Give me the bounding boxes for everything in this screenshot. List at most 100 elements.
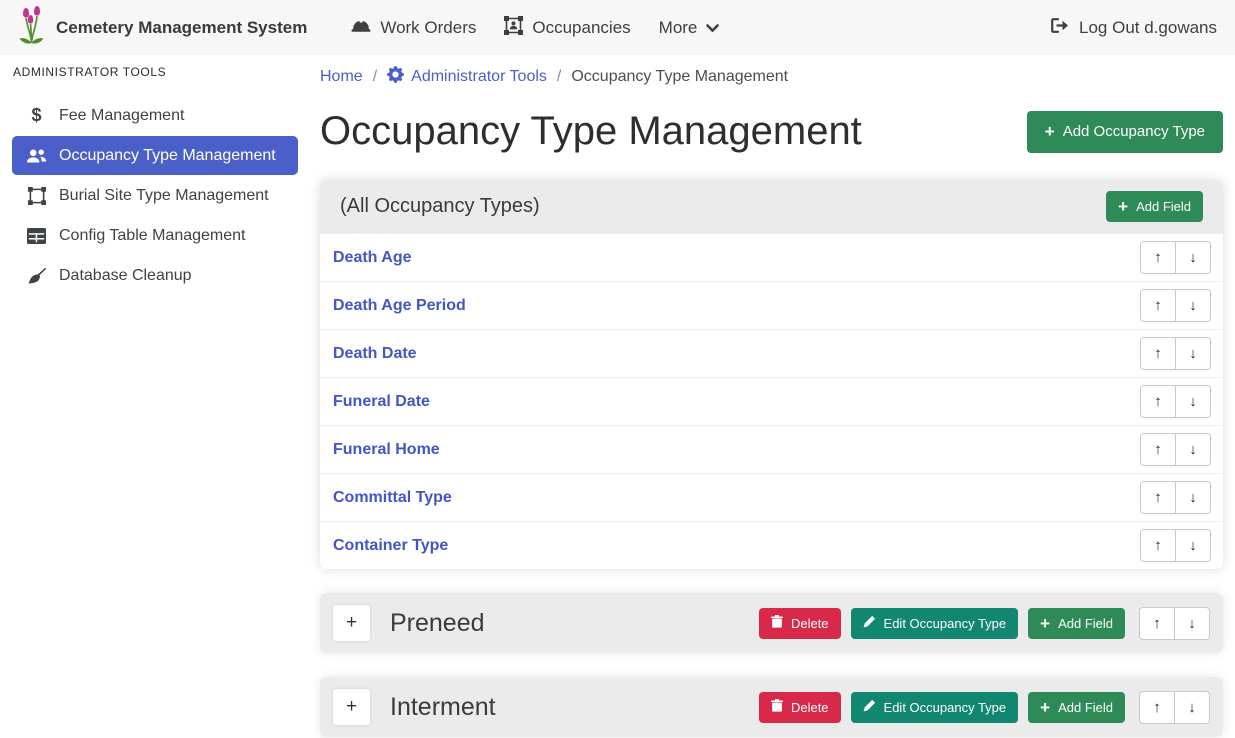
section-actions: Delete Edit Occupancy Type + Add Field ↑…: [759, 607, 1210, 640]
sidebar-item-label: Config Table Management: [59, 227, 246, 245]
nav-item-label: Occupancies: [532, 18, 630, 38]
all-occupancy-types-card: (All Occupancy Types) + Add Field Death …: [320, 180, 1223, 569]
breadcrumb-current: Occupancy Type Management: [571, 68, 788, 86]
sidebar-item-database-cleanup[interactable]: Database Cleanup: [12, 256, 298, 295]
breadcrumb-admin-tools-link[interactable]: Administrator Tools: [387, 66, 547, 88]
tulips-logo-icon: [18, 5, 45, 50]
move-up-button[interactable]: ↑: [1140, 289, 1176, 322]
move-down-button[interactable]: ↓: [1175, 433, 1211, 466]
table-icon: [25, 228, 48, 244]
chevron-down-icon: [706, 18, 719, 38]
edit-occupancy-type-button[interactable]: Edit Occupancy Type: [851, 608, 1019, 639]
section-preneed: + Preneed Delete Edit: [320, 593, 1223, 653]
move-up-button[interactable]: ↑: [1140, 337, 1176, 370]
expand-section-button[interactable]: +: [333, 605, 370, 641]
add-field-button[interactable]: + Add Field: [1028, 608, 1125, 639]
reorder-controls: ↑ ↓: [1140, 481, 1211, 514]
vector-square-icon: [25, 187, 48, 205]
reorder-controls: ↑ ↓: [1140, 337, 1211, 370]
field-link[interactable]: Funeral Home: [333, 441, 440, 459]
add-field-button-all-types[interactable]: + Add Field: [1106, 191, 1203, 222]
logout-label: Log Out d.gowans: [1079, 18, 1217, 38]
add-field-button[interactable]: + Add Field: [1028, 692, 1125, 723]
move-down-button[interactable]: ↓: [1175, 289, 1211, 322]
sidebar-item-occupancy-type-management[interactable]: Occupancy Type Management: [12, 136, 298, 175]
delete-button[interactable]: Delete: [759, 608, 841, 639]
trash-icon: [771, 615, 783, 631]
hard-hat-icon: [351, 17, 371, 39]
edit-occupancy-type-button[interactable]: Edit Occupancy Type: [851, 692, 1019, 723]
move-down-button[interactable]: ↓: [1174, 607, 1210, 640]
delete-button[interactable]: Delete: [759, 692, 841, 723]
reorder-controls: ↑ ↓: [1140, 433, 1211, 466]
field-link[interactable]: Committal Type: [333, 489, 452, 507]
page-title: Occupancy Type Management: [320, 104, 862, 159]
field-row-committal-type: Committal Type ↑ ↓: [320, 473, 1223, 521]
move-up-button[interactable]: ↑: [1140, 529, 1176, 562]
move-up-button[interactable]: ↑: [1139, 607, 1175, 640]
move-down-button[interactable]: ↓: [1174, 691, 1210, 724]
logout-button[interactable]: Log Out d.gowans: [1049, 17, 1217, 39]
expand-section-button[interactable]: +: [333, 689, 370, 725]
users-icon: [25, 148, 48, 164]
move-up-button[interactable]: ↑: [1140, 385, 1176, 418]
sidebar-item-label: Burial Site Type Management: [59, 187, 269, 205]
plus-icon: +: [1040, 699, 1050, 716]
field-row-death-age-period: Death Age Period ↑ ↓: [320, 281, 1223, 329]
card-title: (All Occupancy Types): [340, 195, 540, 218]
section-interment: + Interment Delete Edi: [320, 677, 1223, 737]
edit-label: Edit Occupancy Type: [884, 700, 1007, 715]
field-link[interactable]: Death Age Period: [333, 297, 466, 315]
title-row: Occupancy Type Management + Add Occupanc…: [320, 104, 1223, 159]
nav-item-work-orders[interactable]: Work Orders: [337, 17, 490, 39]
sidebar-item-config-table-management[interactable]: Config Table Management: [12, 216, 298, 255]
move-down-button[interactable]: ↓: [1175, 241, 1211, 274]
sidebar-item-fee-management[interactable]: $ Fee Management: [12, 96, 298, 135]
add-occupancy-type-button[interactable]: + Add Occupancy Type: [1027, 111, 1223, 153]
plus-icon: +: [1045, 123, 1055, 140]
delete-label: Delete: [791, 616, 829, 631]
sidebar: ADMINISTRATOR TOOLS $ Fee Management Occ…: [0, 55, 310, 738]
breadcrumb-separator: /: [557, 68, 561, 86]
field-row-funeral-home: Funeral Home ↑ ↓: [320, 425, 1223, 473]
field-link[interactable]: Death Date: [333, 345, 417, 363]
breadcrumb-separator: /: [373, 68, 377, 86]
edit-label: Edit Occupancy Type: [884, 616, 1007, 631]
pencil-icon: [863, 699, 876, 715]
pencil-icon: [863, 615, 876, 631]
top-navbar: Cemetery Management System Work Orders: [0, 0, 1235, 55]
sidebar-item-burial-site-type-management[interactable]: Burial Site Type Management: [12, 176, 298, 215]
section-title: Interment: [390, 693, 496, 722]
reorder-controls: ↑ ↓: [1140, 241, 1211, 274]
reorder-controls: ↑ ↓: [1139, 691, 1210, 724]
breadcrumb-home-link[interactable]: Home: [320, 68, 363, 86]
sidebar-heading: ADMINISTRATOR TOOLS: [0, 55, 310, 95]
app-title: Cemetery Management System: [56, 18, 307, 38]
add-occupancy-type-label: Add Occupancy Type: [1063, 123, 1205, 140]
gear-icon: [387, 66, 404, 88]
reorder-controls: ↑ ↓: [1139, 607, 1210, 640]
field-row-death-age: Death Age ↑ ↓: [320, 233, 1223, 281]
nav-item-occupancies[interactable]: Occupancies: [490, 16, 644, 40]
field-link[interactable]: Container Type: [333, 537, 448, 555]
move-up-button[interactable]: ↑: [1140, 433, 1176, 466]
move-up-button[interactable]: ↑: [1140, 241, 1176, 274]
nav-item-more[interactable]: More: [645, 18, 734, 38]
move-up-button[interactable]: ↑: [1139, 691, 1175, 724]
move-down-button[interactable]: ↓: [1175, 385, 1211, 418]
breadcrumb-admin-tools-label: Administrator Tools: [411, 68, 547, 86]
move-down-button[interactable]: ↓: [1175, 481, 1211, 514]
add-field-label: Add Field: [1136, 199, 1191, 214]
app-brand[interactable]: Cemetery Management System: [18, 5, 307, 50]
reorder-controls: ↑ ↓: [1140, 289, 1211, 322]
field-link[interactable]: Death Age: [333, 249, 412, 267]
move-up-button[interactable]: ↑: [1140, 481, 1176, 514]
move-down-button[interactable]: ↓: [1175, 337, 1211, 370]
move-down-button[interactable]: ↓: [1175, 529, 1211, 562]
field-link[interactable]: Funeral Date: [333, 393, 430, 411]
broom-icon: [25, 267, 48, 285]
trash-icon: [771, 699, 783, 715]
field-row-funeral-date: Funeral Date ↑ ↓: [320, 377, 1223, 425]
nav-item-label: More: [659, 18, 698, 38]
delete-label: Delete: [791, 700, 829, 715]
